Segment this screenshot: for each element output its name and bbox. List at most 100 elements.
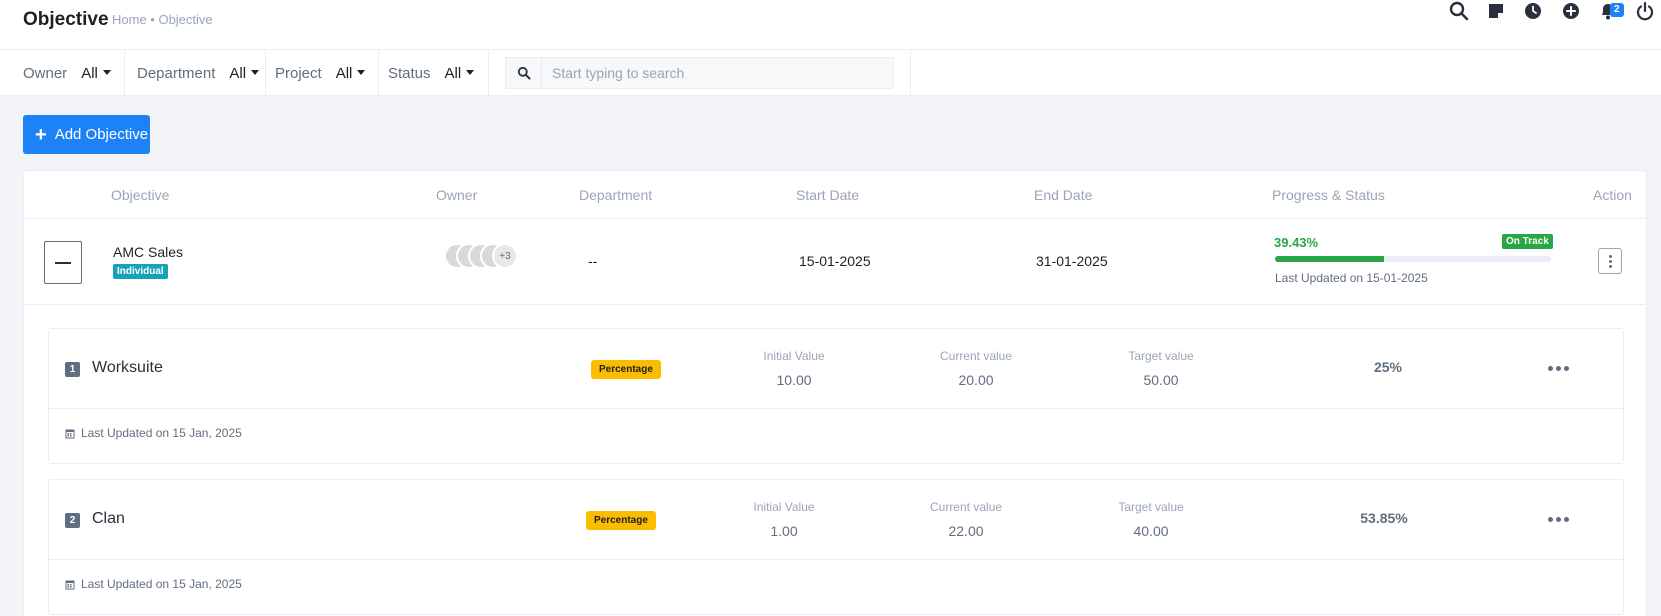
key-result-percent: 25% — [1373, 359, 1403, 375]
search-icon — [506, 58, 542, 88]
initial-value-label: Initial Value — [763, 349, 825, 363]
dot — [1608, 264, 1612, 268]
more-options-button[interactable] — [1548, 517, 1569, 522]
page-title: Objective — [23, 9, 109, 30]
objective-type-badge: Individual — [113, 264, 168, 279]
key-result-name[interactable]: Clan — [92, 510, 125, 528]
table-header: Objective Owner Department Start Date En… — [24, 171, 1646, 219]
sticky-note-icon[interactable] — [1485, 0, 1507, 22]
top-header: Objective Home • Objective 2 — [0, 0, 1661, 50]
key-result-name[interactable]: Worksuite — [92, 359, 163, 377]
target-value-label: Target value — [1128, 349, 1194, 363]
clock-icon[interactable] — [1522, 0, 1544, 22]
key-result-footer: Last Updated on 15 Jan, 2025 — [65, 577, 242, 591]
key-result-number: 1 — [65, 362, 80, 377]
key-result-last-updated: Last Updated on 15 Jan, 2025 — [81, 577, 242, 591]
add-objective-label: Add Objective — [54, 126, 149, 143]
plus-circle-icon[interactable] — [1560, 0, 1582, 22]
dot — [1548, 366, 1553, 371]
search-box — [505, 57, 894, 89]
avatar-more-count: +3 — [492, 243, 518, 269]
status-filter-select[interactable]: All — [445, 65, 475, 82]
status-badge: On Track — [1502, 234, 1553, 249]
search-icon[interactable] — [1448, 0, 1470, 22]
department-filter-label: Department — [137, 64, 216, 82]
col-department: Department — [579, 187, 653, 203]
dot — [1564, 517, 1569, 522]
dot — [1556, 366, 1561, 371]
caret-down-icon — [466, 69, 475, 75]
key-result-header: 1 Worksuite Percentage Initial Value 10.… — [49, 329, 1623, 409]
current-value-label: Current value — [929, 500, 1003, 514]
department-filter[interactable]: Department All — [125, 50, 266, 96]
progress-bar — [1275, 256, 1551, 262]
objective-name[interactable]: AMC Sales — [113, 244, 183, 260]
more-options-button[interactable] — [1548, 366, 1569, 371]
key-result-last-updated: Last Updated on 15 Jan, 2025 — [81, 426, 242, 440]
dot — [1608, 254, 1612, 258]
key-result-card: 1 Worksuite Percentage Initial Value 10.… — [48, 328, 1624, 464]
objectives-card: Objective Owner Department Start Date En… — [23, 170, 1647, 616]
objective-last-updated: Last Updated on 15-01-2025 — [1275, 271, 1428, 285]
col-end-date: End Date — [1034, 187, 1093, 203]
end-date-value: 31-01-2025 — [1036, 253, 1108, 269]
project-filter-label: Project — [275, 64, 322, 82]
target-value: 40.00 — [1133, 523, 1169, 539]
key-result-number: 2 — [65, 513, 80, 528]
current-value: 20.00 — [958, 372, 994, 388]
objective-row: AMC Sales Individual +3 -- 15-01-2025 31… — [24, 220, 1646, 305]
add-objective-button[interactable]: + Add Objective — [23, 115, 150, 154]
plus-icon: + — [35, 123, 47, 146]
notification-badge: 2 — [1610, 3, 1624, 17]
filter-divider — [910, 50, 911, 96]
department-filter-select[interactable]: All — [229, 64, 260, 82]
calendar-icon — [65, 580, 75, 589]
dot — [1556, 517, 1561, 522]
initial-value: 1.00 — [770, 523, 798, 539]
search-input[interactable] — [542, 65, 882, 81]
key-result-percent: 53.85% — [1360, 510, 1408, 526]
target-value-label: Target value — [1118, 500, 1184, 514]
target-value: 50.00 — [1143, 372, 1179, 388]
project-filter-select[interactable]: All — [336, 65, 366, 82]
project-filter-value: All — [335, 64, 353, 82]
filter-bar: Owner All Department All Project All Sta… — [0, 50, 1661, 96]
col-objective: Objective — [111, 187, 170, 203]
status-filter-label: Status — [388, 64, 431, 82]
power-icon[interactable] — [1634, 0, 1656, 22]
progress-percent: 39.43% — [1274, 235, 1319, 250]
key-result-type-badge: Percentage — [586, 511, 656, 530]
action-menu-button[interactable] — [1598, 248, 1622, 274]
key-result-header: 2 Clan Percentage Initial Value 1.00 Cur… — [49, 480, 1623, 560]
calendar-icon — [65, 429, 75, 438]
status-filter-value: All — [444, 64, 462, 82]
key-result-footer: Last Updated on 15 Jan, 2025 — [65, 426, 242, 440]
col-progress-status: Progress & Status — [1272, 187, 1385, 203]
breadcrumb[interactable]: Home • Objective — [112, 12, 213, 27]
status-filter[interactable]: Status All — [379, 50, 489, 96]
caret-down-icon — [102, 69, 111, 75]
owner-filter[interactable]: Owner All — [23, 50, 125, 96]
department-value: -- — [588, 253, 598, 269]
department-filter-value: All — [229, 64, 247, 82]
col-owner: Owner — [436, 187, 478, 203]
current-value: 22.00 — [948, 523, 984, 539]
owner-filter-select[interactable]: All — [81, 65, 111, 82]
initial-value: 10.00 — [776, 372, 812, 388]
progress-bar-fill — [1275, 256, 1384, 262]
dot — [1564, 366, 1569, 371]
minus-icon — [55, 261, 71, 264]
collapse-button[interactable] — [44, 241, 82, 284]
owner-filter-label: Owner — [23, 64, 68, 82]
project-filter[interactable]: Project All — [266, 50, 379, 96]
initial-value-label: Initial Value — [753, 500, 815, 514]
current-value-label: Current value — [939, 349, 1013, 363]
caret-down-icon — [251, 69, 260, 75]
owner-filter-value: All — [81, 64, 98, 82]
key-result-type-badge: Percentage — [591, 360, 661, 379]
dot — [1548, 517, 1553, 522]
key-result-card: 2 Clan Percentage Initial Value 1.00 Cur… — [48, 479, 1624, 615]
col-start-date: Start Date — [796, 187, 860, 203]
dot — [1608, 259, 1612, 263]
caret-down-icon — [357, 69, 366, 75]
